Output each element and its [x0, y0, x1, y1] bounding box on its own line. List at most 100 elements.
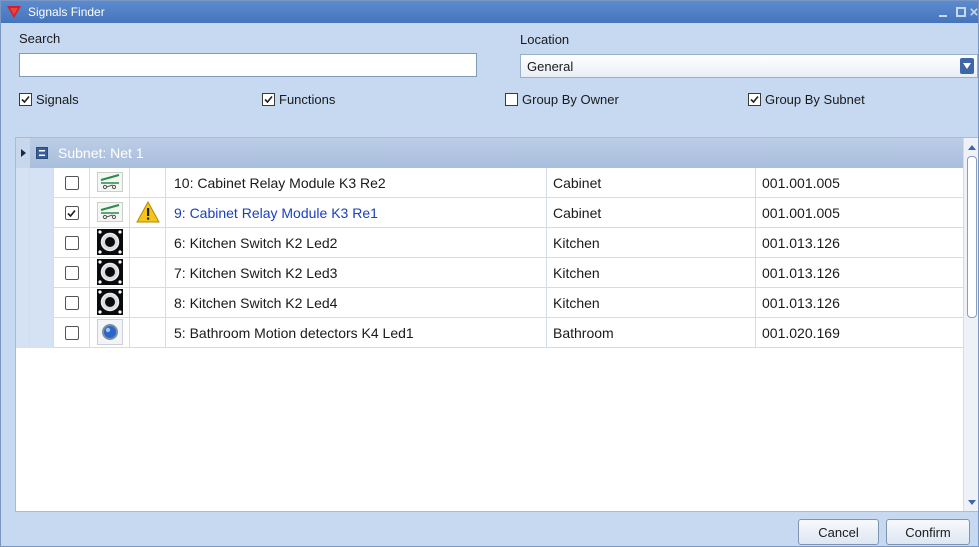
row-warning-cell — [130, 228, 166, 258]
row-icon-cell — [90, 318, 130, 348]
collapse-group-icon[interactable] — [36, 147, 48, 159]
title-bar[interactable]: Signals Finder — [1, 1, 978, 23]
table-row[interactable]: 5: Bathroom Motion detectors K4 Led1 Bath… — [16, 318, 964, 348]
window-title: Signals Finder — [28, 5, 105, 19]
group-by-owner-checkbox[interactable] — [505, 93, 518, 106]
group-by-subnet-label: Group By Subnet — [765, 92, 865, 107]
grid-rows: 10: Cabinet Relay Module K3 Re2 Cabinet 00… — [16, 168, 964, 348]
row-warning-cell — [130, 288, 166, 318]
group-by-subnet-checkbox[interactable] — [748, 93, 761, 106]
row-indent — [16, 228, 30, 258]
row-indent — [30, 318, 54, 348]
table-row[interactable]: 9: Cabinet Relay Module K3 Re1 Cabinet 001… — [16, 198, 964, 228]
scroll-up-icon[interactable] — [964, 140, 978, 154]
row-address: 001.013.126 — [762, 235, 840, 251]
row-checkbox[interactable] — [64, 296, 79, 310]
row-warning-cell — [130, 198, 166, 228]
signals-finder-window: Signals Finder Search Location General S… — [0, 0, 979, 547]
row-indent — [16, 318, 30, 348]
maximize-icon[interactable] — [952, 1, 970, 23]
location-dropdown[interactable]: General — [520, 54, 978, 78]
switch-icon — [96, 288, 123, 318]
row-indent — [30, 288, 54, 318]
table-row[interactable]: 8: Kitchen Switch K2 Led4 Kitchen 001.013.… — [16, 288, 964, 318]
close-icon[interactable] — [970, 1, 978, 23]
row-icon-cell — [90, 198, 130, 228]
row-icon-cell — [90, 258, 130, 288]
row-warning-cell — [130, 168, 166, 198]
row-address: 001.013.126 — [762, 295, 840, 311]
functions-checkbox[interactable] — [262, 93, 275, 106]
row-warning-cell — [130, 318, 166, 348]
cancel-button[interactable]: Cancel — [798, 519, 879, 545]
location-selected-value: General — [527, 58, 574, 74]
row-checkbox[interactable] — [64, 266, 79, 280]
scrollbar-thumb[interactable] — [967, 156, 977, 318]
row-signal-name: 8: Kitchen Switch K2 Led4 — [166, 288, 547, 318]
vertical-scrollbar[interactable] — [963, 138, 978, 511]
row-signal-name: 9: Cabinet Relay Module K3 Re1 — [166, 198, 547, 228]
row-address: 001.020.169 — [762, 325, 840, 341]
signals-label: Signals — [36, 92, 79, 107]
table-row[interactable]: 6: Kitchen Switch K2 Led2 Kitchen 001.013.… — [16, 228, 964, 258]
row-checkbox-cell[interactable] — [54, 288, 90, 318]
row-checkbox-cell[interactable] — [54, 168, 90, 198]
row-checkbox[interactable] — [64, 206, 79, 220]
row-indent — [30, 198, 54, 228]
row-checkbox-cell[interactable] — [54, 318, 90, 348]
dialog-footer: Cancel Confirm — [1, 513, 978, 546]
row-address: 001.001.005 — [762, 205, 840, 221]
functions-label: Functions — [279, 92, 336, 107]
row-signal-name: 6: Kitchen Switch K2 Led2 — [166, 228, 547, 258]
row-indent — [30, 228, 54, 258]
relay-icon — [96, 201, 123, 225]
row-indent — [16, 258, 30, 288]
row-signal-name: 5: Bathroom Motion detectors K4 Led1 — [166, 318, 547, 348]
relay-icon — [96, 171, 123, 195]
switch-icon — [96, 228, 123, 258]
group-by-subnet-option[interactable]: Group By Subnet — [748, 92, 865, 107]
functions-option[interactable]: Functions — [262, 92, 335, 107]
scroll-down-icon[interactable] — [964, 495, 978, 509]
row-indent — [16, 168, 30, 198]
row-checkbox-cell[interactable] — [54, 198, 90, 228]
expand-arrow-icon[interactable] — [16, 138, 30, 168]
row-checkbox-cell[interactable] — [54, 228, 90, 258]
app-logo-icon — [7, 5, 21, 19]
signals-option[interactable]: Signals — [19, 92, 79, 107]
confirm-button[interactable]: Confirm — [886, 519, 970, 545]
search-input[interactable] — [19, 53, 477, 77]
row-checkbox[interactable] — [64, 176, 79, 190]
table-row[interactable]: 10: Cabinet Relay Module K3 Re2 Cabinet 00… — [16, 168, 964, 198]
row-indent — [16, 288, 30, 318]
row-signal-name: 7: Kitchen Switch K2 Led3 — [166, 258, 547, 288]
search-label: Search — [19, 31, 61, 46]
motion-detector-icon — [96, 318, 123, 348]
group-header-row[interactable]: Subnet: Net 1 — [16, 138, 964, 168]
table-row[interactable]: 7: Kitchen Switch K2 Led3 Kitchen 001.013.… — [16, 258, 964, 288]
group-by-owner-option[interactable]: Group By Owner — [505, 92, 619, 107]
row-location: Cabinet — [547, 198, 756, 228]
row-icon-cell — [90, 168, 130, 198]
row-address: 001.001.005 — [762, 175, 840, 191]
signals-checkbox[interactable] — [19, 93, 32, 106]
row-indent — [30, 168, 54, 198]
switch-icon — [96, 258, 123, 288]
window-controls — [934, 1, 978, 23]
row-location: Kitchen — [547, 228, 756, 258]
warning-icon — [135, 200, 160, 226]
row-checkbox[interactable] — [64, 326, 79, 340]
row-location: Cabinet — [547, 168, 756, 198]
chevron-down-icon[interactable] — [960, 58, 974, 74]
row-indent — [16, 198, 30, 228]
signals-grid: Subnet: Net 1 10: Cabinet Relay Module K… — [15, 137, 978, 512]
row-location: Kitchen — [547, 288, 756, 318]
row-signal-name: 10: Cabinet Relay Module K3 Re2 — [166, 168, 547, 198]
group-label: Subnet: Net 1 — [58, 145, 144, 161]
row-checkbox-cell[interactable] — [54, 258, 90, 288]
row-checkbox[interactable] — [64, 236, 79, 250]
row-location: Bathroom — [547, 318, 756, 348]
minimize-icon[interactable] — [934, 1, 952, 23]
row-address: 001.013.126 — [762, 265, 840, 281]
row-indent — [30, 258, 54, 288]
